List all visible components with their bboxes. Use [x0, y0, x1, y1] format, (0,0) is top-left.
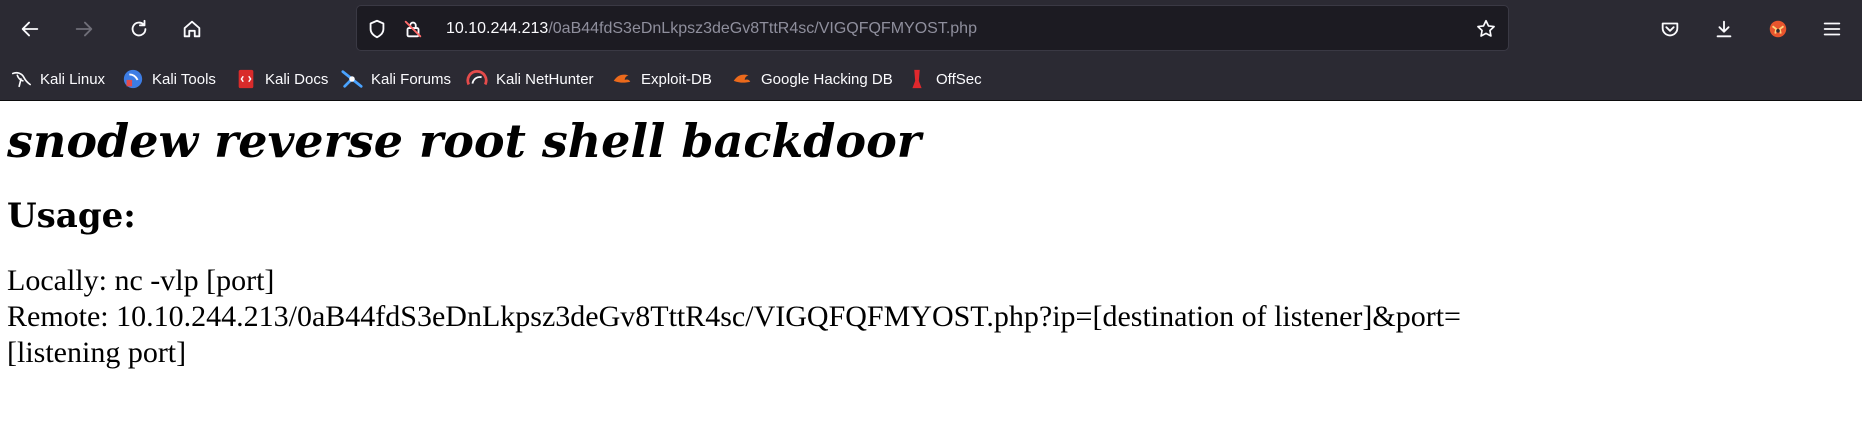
kali-dragon-icon [10, 68, 32, 90]
bookmark-label: Kali Docs [265, 70, 329, 88]
bookmark-kali-forums[interactable]: Kali Forums [341, 66, 451, 92]
url-path: /0aB44fdS3eDnLkpsz3deGv8TttR4sc/VIGQFQFM… [548, 20, 977, 37]
page-content: snodew reverse root shell backdoor Usage… [7, 101, 1857, 371]
home-icon [183, 20, 201, 38]
fox-extension-icon [1769, 20, 1787, 38]
bookmark-offsec[interactable]: OffSec [906, 66, 982, 92]
ghdb-icon [731, 68, 753, 90]
bookmark-kali-tools[interactable]: Kali Tools [122, 66, 216, 92]
bookmarks-bar: Kali Linux Kali Tools Kali Docs Kali For… [0, 58, 1862, 101]
bookmark-label: OffSec [936, 70, 982, 88]
usage-local-line: Locally: nc -vlp [port] [7, 264, 275, 297]
url-bar[interactable]: 10.10.244.213/0aB44fdS3eDnLkpsz3deGv8Ttt… [356, 5, 1509, 51]
kali-forums-icon [341, 68, 363, 90]
bookmark-label: Kali Forums [371, 70, 452, 88]
home-button[interactable] [174, 11, 210, 47]
insecure-lock-icon[interactable] [401, 17, 425, 41]
bookmark-label: Exploit-DB [641, 70, 712, 88]
star-icon[interactable] [1474, 17, 1498, 41]
usage-remote-line-continued: [listening port] [7, 336, 187, 369]
hamburger-menu-icon [1823, 22, 1841, 36]
bookmark-exploit-db[interactable]: Exploit-DB [611, 66, 712, 92]
shield-icon[interactable] [365, 17, 389, 41]
pocket-icon [1661, 22, 1679, 37]
bookmark-kali-nethunter[interactable]: Kali NetHunter [466, 66, 594, 92]
url-text[interactable]: 10.10.244.213/0aB44fdS3eDnLkpsz3deGv8Ttt… [446, 6, 977, 52]
downloads-button[interactable] [1706, 11, 1742, 47]
offsec-icon [906, 68, 928, 90]
download-icon [1716, 20, 1732, 38]
extension-button[interactable] [1760, 11, 1796, 47]
bookmark-label: Google Hacking DB [761, 70, 893, 88]
page-title: snodew reverse root shell backdoor [7, 114, 922, 168]
menu-button[interactable] [1814, 11, 1850, 47]
bookmark-kali-linux[interactable]: Kali Linux [10, 66, 105, 92]
bookmark-kali-docs[interactable]: Kali Docs [235, 66, 328, 92]
reload-icon [131, 19, 147, 37]
exploit-db-icon [611, 68, 633, 90]
pocket-button[interactable] [1652, 11, 1688, 47]
usage-instructions: Locally: nc -vlp [port] Remote: 10.10.24… [7, 263, 1857, 371]
usage-heading: Usage: [7, 196, 136, 236]
kali-docs-icon [235, 68, 257, 90]
forward-button[interactable] [66, 11, 102, 47]
browser-toolbar: 10.10.244.213/0aB44fdS3eDnLkpsz3deGv8Ttt… [0, 0, 1862, 58]
forward-arrow-icon [75, 21, 93, 37]
back-button[interactable] [12, 11, 48, 47]
bookmark-label: Kali Tools [152, 70, 216, 88]
bookmark-google-hacking-db[interactable]: Google Hacking DB [731, 66, 893, 92]
nethunter-icon [466, 68, 488, 90]
usage-remote-line: Remote: 10.10.244.213/0aB44fdS3eDnLkpsz3… [7, 300, 1461, 333]
back-arrow-icon [21, 21, 39, 37]
reload-button[interactable] [121, 11, 157, 47]
bookmark-label: Kali Linux [40, 70, 106, 88]
url-host: 10.10.244.213 [446, 20, 549, 37]
kali-tools-icon [122, 68, 144, 90]
bookmark-label: Kali NetHunter [496, 70, 594, 88]
